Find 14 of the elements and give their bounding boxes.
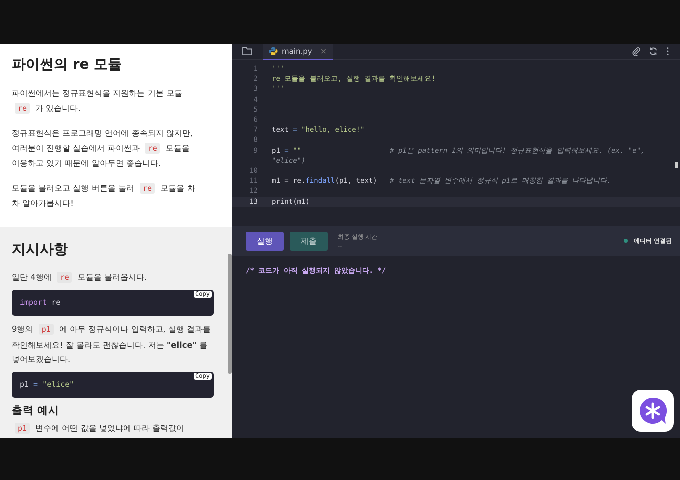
paperclip-icon[interactable]	[632, 47, 641, 56]
refresh-icon[interactable]	[649, 47, 658, 56]
more-icon[interactable]	[666, 47, 670, 56]
subheading: 출력 예시	[12, 404, 61, 418]
run-button[interactable]: 실행	[246, 232, 284, 250]
section-title: 지시사항	[12, 240, 69, 258]
lesson-title: 파이썬의 re 모듈	[12, 56, 124, 74]
submit-button[interactable]: 제출	[290, 232, 328, 250]
asterisk-bubble-icon	[638, 396, 668, 426]
folder-icon[interactable]	[242, 47, 253, 56]
scrollbar[interactable]	[228, 254, 232, 374]
chat-button[interactable]	[632, 390, 674, 432]
scrollbar[interactable]	[675, 162, 678, 168]
python-icon	[269, 46, 278, 56]
